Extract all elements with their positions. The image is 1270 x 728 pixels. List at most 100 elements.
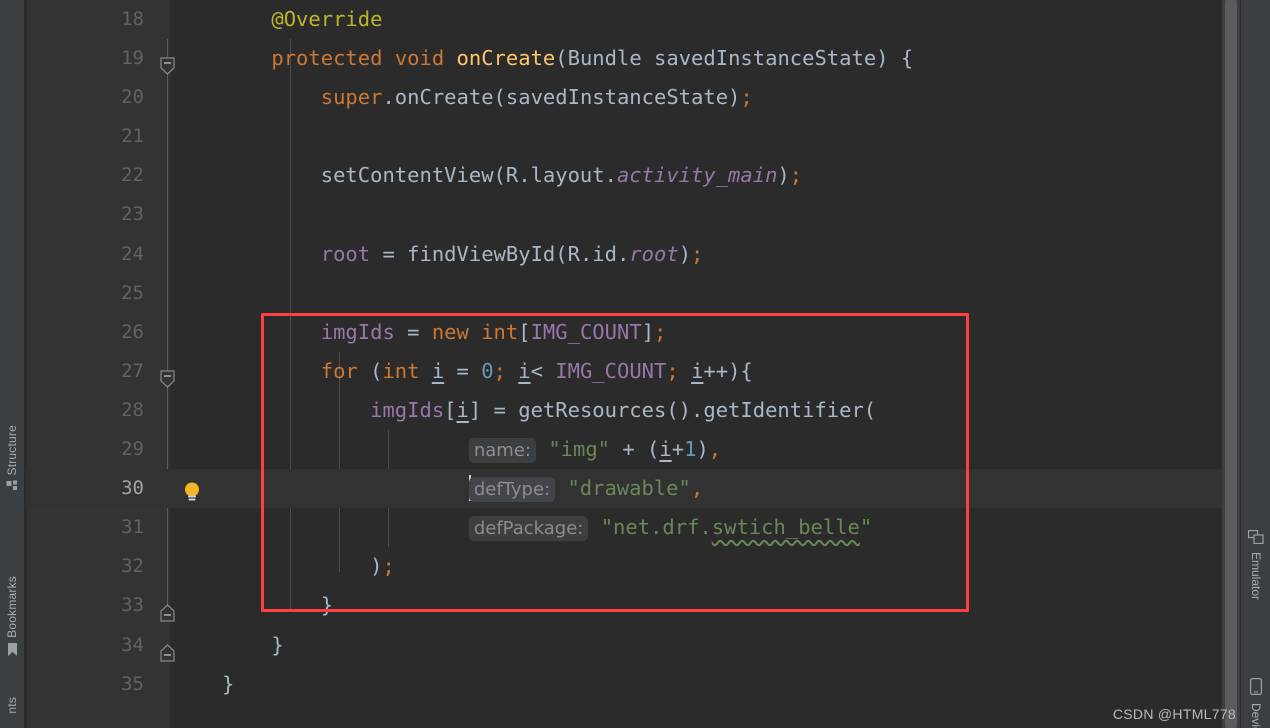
token-k: for	[320, 358, 358, 383]
sidebar-item-structure-label: Structure	[5, 425, 19, 476]
token-hint: defType:	[468, 477, 556, 503]
code-line[interactable]: 19 protected void onCreate(Bundle savedI…	[26, 39, 1240, 78]
lightbulb-icon[interactable]	[182, 478, 200, 501]
code-line[interactable]: 33 }	[26, 586, 1240, 625]
code-text[interactable]: }	[222, 665, 234, 704]
token-pln	[222, 593, 321, 617]
token-pln	[588, 515, 600, 539]
code-text[interactable]: super.onCreate(savedInstanceState);	[222, 78, 753, 117]
line-number[interactable]: 34	[26, 626, 144, 665]
bookmark-icon	[6, 642, 19, 660]
code-line[interactable]: 27 for (int i = 0; i< IMG_COUNT; i++){	[26, 352, 1240, 391]
vertical-scrollbar-thumb[interactable]	[1225, 0, 1237, 728]
line-number[interactable]: 25	[26, 274, 144, 313]
token-k: int	[481, 319, 519, 344]
code-text[interactable]: setContentView(R.layout.activity_main);	[222, 156, 802, 195]
token-pln	[420, 359, 432, 383]
line-number[interactable]: 35	[26, 665, 144, 704]
line-number[interactable]: 23	[26, 195, 144, 234]
sidebar-item-bookmarks[interactable]: Bookmarks	[0, 576, 25, 660]
sidebar-item-bookmarks-label: Bookmarks	[5, 576, 19, 638]
code-text[interactable]: }	[222, 626, 283, 665]
line-number[interactable]: 26	[26, 313, 144, 352]
code-text[interactable]: imgIds[i] = getResources().getIdentifier…	[222, 391, 876, 430]
line-number[interactable]: 32	[26, 547, 144, 586]
fold-end-icon[interactable]	[160, 637, 175, 662]
code-text[interactable]: name: "img" + (i+1),	[222, 430, 721, 470]
token-pln	[222, 46, 271, 70]
watermark: CSDN @HTML778	[1112, 706, 1236, 722]
token-pln: =	[444, 358, 482, 383]
left-tool-strip: Structure Bookmarks nts	[0, 0, 25, 728]
sidebar-item-device[interactable]: Device	[1241, 678, 1270, 728]
structure-icon	[6, 480, 19, 496]
token-pln	[222, 163, 321, 187]
token-sem: ,	[708, 437, 722, 462]
code-line[interactable]: 20 super.onCreate(savedInstanceState);	[26, 78, 1240, 117]
line-number[interactable]: 24	[26, 235, 144, 274]
code-line[interactable]: 18 @Override	[26, 0, 1240, 39]
code-text[interactable]: }	[222, 586, 333, 625]
sidebar-item-structure[interactable]: Structure	[0, 425, 25, 496]
fold-end-icon[interactable]	[160, 597, 175, 623]
token-pln	[679, 359, 691, 383]
code-line[interactable]: 29 name: "img" + (i+1),	[26, 430, 1240, 469]
token-pln: .onCreate(savedInstanceState)	[382, 85, 741, 110]
code-line[interactable]: 35}	[26, 665, 1240, 704]
code-line[interactable]: 28 imgIds[i] = getResources().getIdentif…	[26, 391, 1240, 430]
line-number[interactable]: 31	[26, 508, 144, 547]
token-num: 1	[684, 437, 697, 462]
line-number[interactable]: 27	[26, 352, 144, 391]
device-icon	[1250, 678, 1263, 698]
token-lv: i	[659, 437, 672, 462]
token-pln: (	[357, 358, 383, 383]
code-text[interactable]: );	[222, 547, 395, 586]
line-number[interactable]: 33	[26, 586, 144, 625]
code-editor[interactable]: 18 @Override 19 protected void onCreate(B…	[26, 0, 1240, 728]
line-number[interactable]: 19	[26, 39, 144, 78]
sidebar-item-commits[interactable]: nts	[0, 697, 25, 714]
token-sem: ;	[666, 358, 679, 383]
code-line[interactable]: 23	[26, 195, 1240, 234]
code-text[interactable]: defPackage: "net.drf.swtich_belle"	[222, 508, 872, 548]
token-lv: i	[431, 358, 445, 383]
code-text[interactable]: root = findViewById(R.id.root);	[222, 235, 704, 274]
line-number[interactable]: 29	[26, 430, 144, 469]
token-hint: name:	[468, 438, 536, 464]
token-sem: ;	[740, 85, 753, 110]
code-line[interactable]: 34 }	[26, 626, 1240, 665]
token-pln: )	[370, 554, 383, 579]
line-number[interactable]: 30	[26, 469, 144, 508]
token-fldi: activity_main	[616, 163, 778, 188]
code-text[interactable]: protected void onCreate(Bundle savedInst…	[222, 39, 913, 78]
code-line[interactable]: 26 imgIds = new int[IMG_COUNT];	[26, 313, 1240, 352]
token-pln	[222, 515, 469, 539]
token-pln	[506, 359, 518, 383]
line-number[interactable]: 28	[26, 391, 144, 430]
code-line[interactable]: 24 root = findViewById(R.id.root);	[26, 235, 1240, 274]
line-number[interactable]: 22	[26, 156, 144, 195]
sidebar-item-emulator[interactable]: Emulator	[1241, 529, 1270, 600]
token-sem: ;	[654, 319, 667, 344]
code-text[interactable]: @Override	[222, 0, 382, 39]
line-number[interactable]: 18	[26, 0, 144, 39]
token-pln	[382, 46, 394, 70]
fold-start-icon[interactable]	[160, 363, 175, 388]
fold-start-icon[interactable]	[160, 50, 175, 75]
code-line[interactable]: 25	[26, 274, 1240, 313]
code-line[interactable]: 31 defPackage: "net.drf.swtich_belle"	[26, 508, 1240, 547]
code-text[interactable]: defType: "drawable",	[222, 469, 703, 509]
code-line[interactable]: 22 setContentView(R.layout.activity_main…	[26, 156, 1240, 195]
token-pln	[222, 242, 321, 266]
code-text[interactable]: imgIds = new int[IMG_COUNT];	[222, 313, 667, 352]
line-number[interactable]: 20	[26, 78, 144, 117]
code-line[interactable]: 21	[26, 117, 1240, 156]
code-lines[interactable]: 18 @Override 19 protected void onCreate(B…	[26, 0, 1240, 704]
sidebar-item-commits-label: nts	[5, 697, 19, 714]
code-line[interactable]: 32 );	[26, 547, 1240, 586]
token-pln	[222, 437, 469, 461]
line-number[interactable]: 21	[26, 117, 144, 156]
token-pln	[222, 633, 271, 657]
code-text[interactable]: for (int i = 0; i< IMG_COUNT; i++){	[222, 352, 753, 391]
code-line[interactable]: 30 defType: "drawable",	[26, 469, 1240, 509]
